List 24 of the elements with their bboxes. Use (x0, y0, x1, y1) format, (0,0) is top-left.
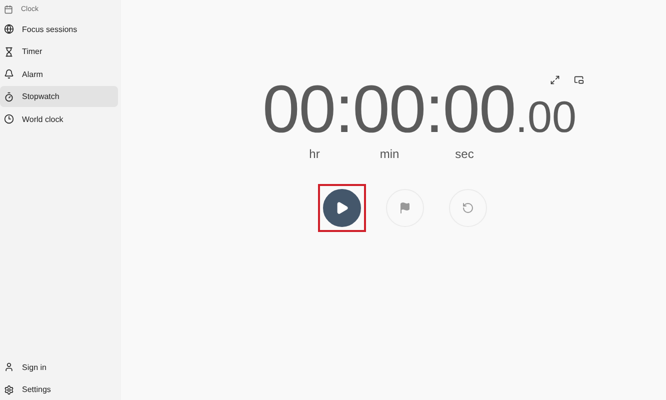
elapsed-time: 00:00:00 (262, 73, 516, 147)
unit-label: min (378, 147, 400, 161)
nav-label: Timer (22, 47, 42, 56)
nav-label: Alarm (22, 70, 43, 78)
nav-label: Settings (22, 385, 51, 394)
user-icon (4, 362, 14, 372)
unit-label: hr (308, 147, 321, 161)
flag-icon (398, 202, 410, 214)
stopwatch-icon (4, 92, 14, 102)
hourglass-icon (4, 46, 14, 56)
nav-label: Focus sessions (22, 24, 78, 34)
nav-label: Stopwatch (22, 92, 60, 101)
elapsed-fraction: .00 (515, 93, 576, 143)
play-icon (334, 201, 348, 215)
bell-icon (4, 69, 14, 79)
settings-icon (4, 384, 14, 394)
nav-item[interactable]: Stopwatch (0, 86, 118, 107)
app-icon (4, 4, 13, 14)
nav-label: World clock (22, 114, 64, 124)
expand-icon[interactable] (550, 75, 560, 85)
unit-label: sec (454, 147, 475, 161)
nav-label: Sign in (22, 362, 46, 372)
reset-icon (462, 202, 474, 214)
mini-view-icon[interactable] (574, 75, 584, 85)
